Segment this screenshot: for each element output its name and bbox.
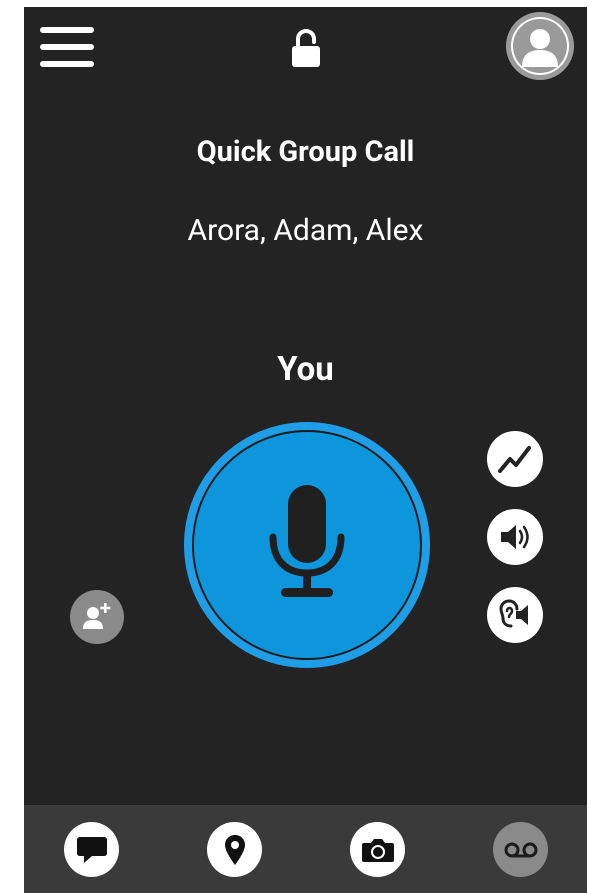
profile-button[interactable] bbox=[506, 12, 574, 80]
chat-icon bbox=[76, 836, 107, 863]
earpiece-icon bbox=[499, 599, 528, 628]
lock-button[interactable] bbox=[290, 29, 322, 69]
user-avatar-icon bbox=[522, 29, 558, 67]
add-participant-button[interactable] bbox=[70, 590, 124, 644]
app-screen: Quick Group Call Arora, Adam, Alex You bbox=[24, 7, 587, 893]
camera-button[interactable] bbox=[350, 822, 405, 877]
signal-quality-button[interactable] bbox=[487, 431, 543, 487]
push-to-talk-button[interactable] bbox=[184, 422, 430, 668]
signal-quality-icon bbox=[498, 446, 531, 473]
current-speaker: You bbox=[277, 350, 334, 389]
add-user-icon bbox=[83, 603, 111, 629]
chat-button[interactable] bbox=[64, 822, 119, 877]
participants-list: Arora, Adam, Alex bbox=[187, 213, 424, 248]
voicemail-button[interactable] bbox=[493, 822, 548, 877]
location-pin-icon bbox=[224, 834, 245, 865]
hamburger-menu-icon bbox=[40, 27, 94, 67]
bottom-navigation bbox=[24, 805, 587, 893]
microphone-icon bbox=[269, 485, 345, 597]
speaker-volume-icon bbox=[501, 525, 529, 549]
location-button[interactable] bbox=[207, 822, 262, 877]
speaker-button[interactable] bbox=[487, 509, 543, 565]
unlocked-padlock-icon bbox=[292, 29, 320, 67]
call-title: Quick Group Call bbox=[196, 135, 415, 169]
earpiece-button[interactable] bbox=[487, 587, 543, 643]
menu-button[interactable] bbox=[38, 25, 96, 69]
voicemail-icon bbox=[504, 842, 537, 857]
camera-icon bbox=[361, 838, 394, 862]
